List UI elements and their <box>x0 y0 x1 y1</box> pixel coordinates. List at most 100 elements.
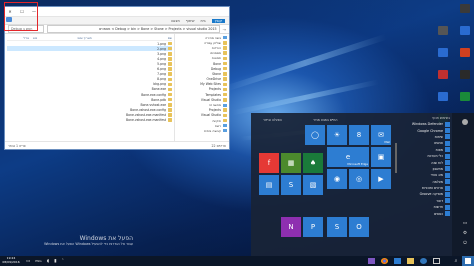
movies-icon: ▶ <box>378 175 384 183</box>
app-label: שיחות <box>434 134 443 139</box>
mail-icon: ✉ <box>378 131 384 139</box>
tile-getoffice[interactable]: O <box>349 217 369 237</box>
app-label: כלי מערכת <box>427 154 443 159</box>
tile-label: Microsoft Edge <box>347 162 368 166</box>
file-icon <box>168 62 172 66</box>
search-icon[interactable]: ⌕ <box>452 258 460 264</box>
nav-item[interactable]: קבוצה ביתית <box>177 128 227 133</box>
desktop-shortcut[interactable] <box>456 70 474 80</box>
column-type[interactable]: סוג <box>29 36 77 40</box>
file-icon <box>168 118 172 122</box>
desktop-shortcut[interactable] <box>456 92 474 102</box>
app-icon <box>445 140 450 146</box>
explorer-title-bar[interactable]: ✕ ☐ — <box>5 7 229 17</box>
file-name: bkg.png <box>153 82 166 87</box>
back-arrow-icon[interactable]: → <box>223 27 226 32</box>
start-menu: החיים במבט מהיר הפעלה ובידור 8 ✉ Mail e Micros… <box>251 113 474 256</box>
sway-icon: S <box>334 223 340 231</box>
desktop-shortcut[interactable] <box>434 70 452 80</box>
column-date[interactable]: תאריך שינוי <box>77 36 111 40</box>
app-label: לוח שנה <box>431 160 443 165</box>
tile-skype[interactable]: S <box>281 175 301 195</box>
settings-icon[interactable]: ⚙ <box>462 231 468 236</box>
taskbar-chrome-icon[interactable] <box>381 258 388 264</box>
tile-label: Mail <box>384 140 390 144</box>
desktop-shortcut[interactable] <box>456 4 474 14</box>
app-icon <box>445 204 450 210</box>
desktop-shortcut[interactable] <box>434 92 452 102</box>
volume-icon[interactable]: ◖ <box>47 259 49 264</box>
tab-home[interactable]: בית <box>201 19 206 23</box>
taskbar-vs-icon[interactable] <box>368 258 375 264</box>
tile-store[interactable]: ▤ <box>259 175 279 195</box>
tile-news[interactable]: ▧ <box>303 175 323 195</box>
store-icon: ▤ <box>265 181 273 189</box>
file-name: 3.png <box>157 51 166 56</box>
tile-flipboard[interactable]: f <box>259 153 279 173</box>
start-button[interactable] <box>462 256 474 266</box>
tab-share[interactable]: שיתוף <box>186 19 195 23</box>
desktop-shortcut[interactable] <box>456 48 474 58</box>
tile-movies[interactable]: ▶ <box>371 169 391 189</box>
app-label: Google Chrome <box>417 128 443 133</box>
file-row[interactable]: Bone.vshost.exe.manifest <box>7 118 172 123</box>
avatar-icon[interactable] <box>462 119 468 125</box>
taskbar-store-icon[interactable] <box>394 258 401 264</box>
tab-view[interactable]: תצוגה <box>171 19 180 23</box>
app-label: מחשבון <box>432 166 443 171</box>
desktop-shortcut[interactable] <box>434 26 452 36</box>
tile-mail[interactable]: ✉ Mail <box>371 125 391 145</box>
tile-minecraft[interactable]: ▦ <box>281 153 301 173</box>
tile-sway[interactable]: S <box>327 217 347 237</box>
app-label: Groove מוסיקה <box>419 192 443 197</box>
taskbar-explorer-icon[interactable] <box>407 258 414 264</box>
desktop-shortcut[interactable] <box>434 48 452 58</box>
tile-solitaire[interactable]: ♠ <box>303 153 323 173</box>
app-list: בשימוש תכוף Windows Defender Google Chrom… <box>394 113 452 259</box>
network-icon[interactable]: ▮ <box>54 259 56 264</box>
file-name: 6.png <box>157 67 166 72</box>
computer-icon <box>223 129 227 133</box>
documents-icon[interactable]: ▭ <box>462 221 468 226</box>
tile-groove[interactable]: ◎ <box>349 169 369 189</box>
tile-photos[interactable]: ▣ <box>371 147 391 167</box>
shortcut-icon <box>460 70 470 79</box>
desktop-shortcut[interactable] <box>456 26 474 36</box>
tile-picsart[interactable]: P <box>303 217 323 237</box>
tile-calendar[interactable]: 8 <box>349 125 369 145</box>
file-name: 4.png <box>157 56 166 61</box>
file-name: 5.png <box>157 62 166 67</box>
folder-icon <box>223 46 227 50</box>
status-selected: פריט 1 נבחר <box>8 144 26 148</box>
power-icon[interactable]: ⏻ <box>462 241 468 246</box>
tile-onenote[interactable]: N <box>281 217 301 237</box>
taskbar-edge-icon[interactable] <box>420 258 427 264</box>
start-app-item[interactable]: כספים <box>394 210 452 217</box>
folder-icon <box>223 87 227 92</box>
column-size[interactable]: גודל <box>7 36 29 40</box>
file-icon <box>168 92 172 97</box>
tile-cortana[interactable]: ◯ <box>305 125 325 145</box>
column-name[interactable]: שם <box>111 36 172 40</box>
notifications-icon[interactable]: ▭ <box>26 259 30 264</box>
file-icon <box>168 72 172 76</box>
tile-weather[interactable]: ☀ <box>327 125 347 145</box>
task-view-icon[interactable] <box>433 258 440 264</box>
file-name: 7.png <box>157 72 166 77</box>
file-list: גודל סוג תאריך שינוי שם 1.png 2.png 3.png 4… <box>5 34 174 141</box>
tab-file[interactable]: קובץ <box>211 18 225 23</box>
tile-xbox[interactable]: ◉ <box>327 169 347 189</box>
chevron-up-icon[interactable]: ˄ <box>62 259 64 264</box>
minecraft-icon: ▦ <box>287 159 295 167</box>
nav-item-label: הורדות <box>211 45 221 50</box>
app-icon <box>445 191 450 197</box>
tile-edge[interactable]: e Microsoft Edge <box>327 147 369 167</box>
address-path[interactable]: Debug > bin > Bone > Stone > Projects > … <box>47 25 220 33</box>
photos-icon: ▣ <box>377 153 385 161</box>
tile-group-label: החיים במבט מהיר <box>313 118 338 122</box>
language-indicator[interactable]: ENG <box>35 259 41 263</box>
groove-icon: ◎ <box>355 175 363 183</box>
folder-icon <box>223 56 227 61</box>
nav-item-label: מחשב זה <box>208 103 221 108</box>
taskbar-clock[interactable]: 19:24 08/09/2016 <box>0 257 22 264</box>
